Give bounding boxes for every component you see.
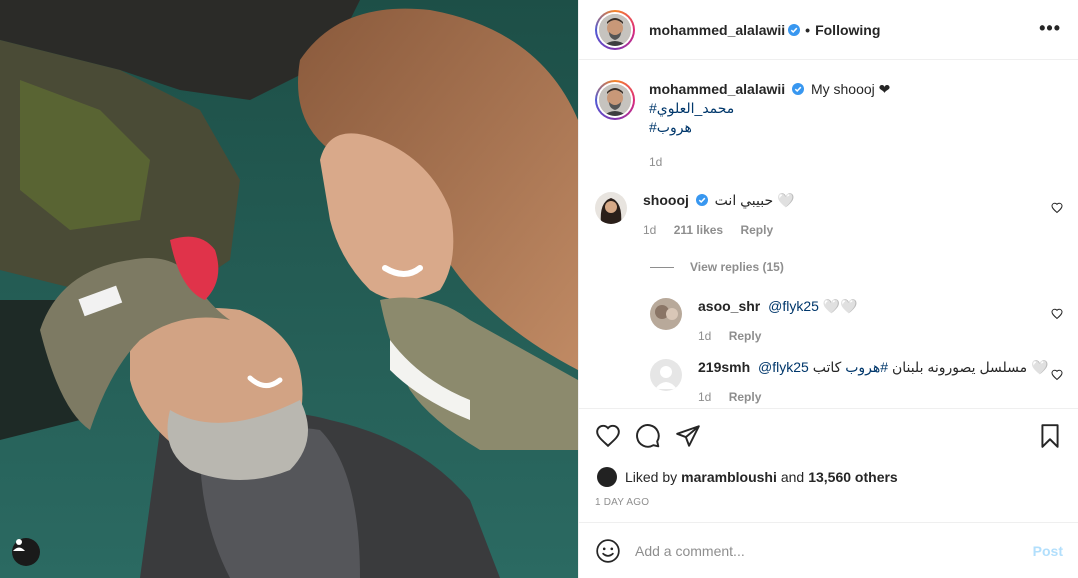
comment-item: shoooj حبيبي انت 🤍 1d 211 likes Reply — [595, 192, 794, 237]
post-photo[interactable] — [0, 0, 578, 578]
comments-section[interactable]: mohammed_alalawii My shoooj ❤ #محمد_العل… — [579, 60, 1078, 408]
comment-icon[interactable] — [635, 423, 661, 449]
reply-text: 🤍🤍 — [822, 298, 858, 314]
caption-username[interactable]: mohammed_alalawii — [649, 81, 785, 97]
commenter-avatar[interactable] — [650, 298, 682, 330]
photo-illustration — [0, 0, 578, 578]
share-icon[interactable] — [675, 423, 701, 449]
bookmark-icon[interactable] — [1037, 423, 1063, 449]
like-comment-heart-icon[interactable] — [1051, 369, 1063, 381]
view-replies-button[interactable]: View replies (15) — [650, 260, 784, 274]
liker-avatar[interactable] — [597, 467, 617, 487]
verified-badge-icon — [792, 83, 805, 95]
liked-by-others[interactable]: 13,560 others — [808, 469, 898, 485]
following-button[interactable]: Following — [815, 22, 880, 38]
reply-item: 219smh @flyk25 مسلسل يصورونه بلبنان #هرو… — [650, 359, 1048, 404]
caption-avatar[interactable] — [595, 80, 635, 120]
comment-time[interactable]: 1d — [643, 223, 656, 237]
like-comment-heart-icon[interactable] — [1051, 202, 1063, 214]
reply-mention[interactable]: @flyk25 — [758, 359, 809, 375]
like-heart-icon[interactable] — [595, 423, 621, 449]
post-header: mohammed_alalawii • Following ••• — [579, 0, 1078, 60]
reply-username[interactable]: asoo_shr — [698, 298, 760, 314]
reply-button[interactable]: Reply — [740, 223, 773, 237]
reply-hashtag[interactable]: #هروب — [845, 359, 888, 375]
caption: mohammed_alalawii My shoooj ❤ #محمد_العل… — [595, 80, 890, 172]
more-options-icon[interactable]: ••• — [1039, 18, 1061, 39]
emoji-icon[interactable] — [595, 538, 621, 564]
replies-divider — [650, 266, 674, 268]
tagged-user-icon[interactable] — [12, 538, 40, 566]
liked-by-user[interactable]: marambloushi — [681, 469, 777, 485]
verified-badge-icon — [788, 23, 801, 36]
comment-text: حبيبي انت 🤍 — [714, 192, 795, 208]
author-avatar[interactable] — [595, 9, 635, 50]
caption-hashtag-1[interactable]: #محمد_العلوي — [649, 99, 890, 118]
reply-text-after: مسلسل يصورونه بلبنان — [891, 359, 1028, 375]
reply-button[interactable]: Reply — [729, 329, 762, 343]
reply-emoji: 🤍 — [1031, 359, 1049, 375]
post-panel: mohammed_alalawii • Following ••• mohamm… — [578, 0, 1078, 578]
person-icon — [13, 539, 25, 551]
header-separator: • — [805, 21, 811, 38]
comment-username[interactable]: shoooj — [643, 192, 689, 208]
likes-summary: Liked by marambloushi and 13,560 others — [597, 467, 898, 487]
verified-badge-icon — [695, 194, 708, 206]
reply-button[interactable]: Reply — [729, 390, 762, 404]
commenter-avatar[interactable] — [650, 359, 682, 391]
author-username[interactable]: mohammed_alalawii — [649, 22, 785, 38]
like-comment-heart-icon[interactable] — [1051, 308, 1063, 320]
commenter-avatar[interactable] — [595, 192, 627, 224]
post-comment-button[interactable]: Post — [1033, 543, 1063, 559]
caption-avatar-image — [599, 84, 631, 116]
reply-text-before: كاتب — [812, 359, 842, 375]
reply-time[interactable]: 1d — [698, 390, 711, 404]
reply-mention[interactable]: @flyk25 — [768, 298, 819, 314]
liked-by-prefix: Liked by — [625, 469, 678, 485]
comment-likes[interactable]: 211 likes — [674, 223, 723, 237]
post-date[interactable]: 1 DAY AGO — [595, 497, 649, 508]
reply-item: asoo_shr @flyk25 🤍🤍 1d Reply — [650, 298, 858, 343]
comment-input[interactable] — [635, 542, 1033, 559]
liked-by-and: and — [780, 469, 805, 485]
caption-hashtag-2[interactable]: #هروب — [649, 118, 890, 137]
add-comment-bar: Post — [579, 522, 1078, 578]
caption-text: My shoooj ❤ — [810, 81, 891, 97]
view-replies-label: View replies (15) — [690, 260, 784, 274]
reply-time[interactable]: 1d — [698, 329, 711, 343]
author-avatar-image — [599, 13, 631, 46]
reply-username[interactable]: 219smh — [698, 359, 750, 375]
post-actions: Liked by marambloushi and 13,560 others … — [579, 408, 1078, 522]
caption-time[interactable]: 1d — [649, 153, 890, 172]
